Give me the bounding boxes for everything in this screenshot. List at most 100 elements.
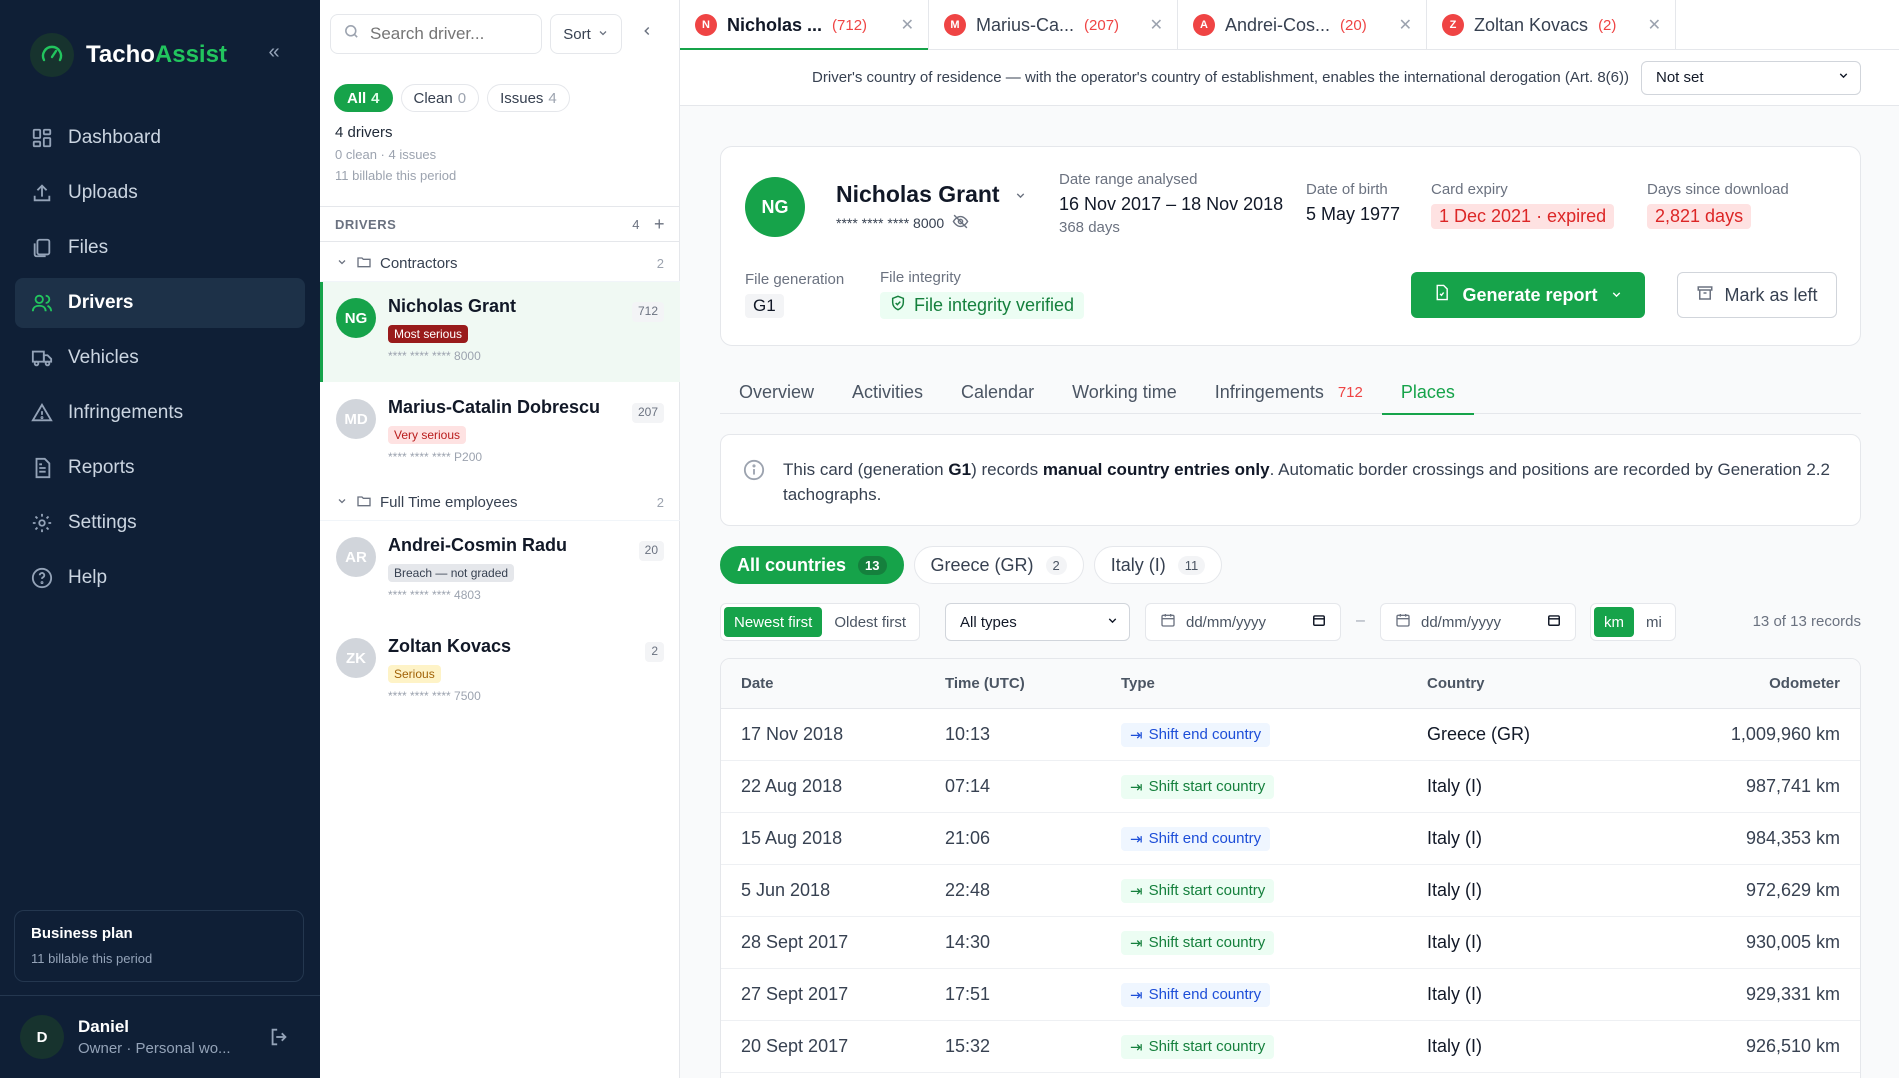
- nav-uploads[interactable]: Uploads: [15, 168, 305, 218]
- driver-row-andrei-cosmin-radu[interactable]: AR Andrei-Cosmin Radu Breach — not grade…: [320, 521, 680, 621]
- km-button[interactable]: km: [1594, 607, 1634, 637]
- nav-help[interactable]: Help: [15, 553, 305, 603]
- cell-odometer: 987,741 km: [1745, 776, 1840, 796]
- add-driver-icon[interactable]: +: [654, 214, 665, 235]
- table-row[interactable]: 27 Sept 2017 17:51 ⇥ Shift end country It…: [721, 969, 1860, 1021]
- nav-drivers[interactable]: Drivers: [15, 278, 305, 328]
- close-icon[interactable]: ✕: [1648, 15, 1661, 35]
- table-row[interactable]: 5 Jun 2018 22:48 ⇥ Shift start country It…: [721, 865, 1860, 917]
- calendar-icon: [1160, 612, 1176, 632]
- nav-label: Vehicles: [68, 347, 139, 368]
- cell-country: Greece (GR): [1427, 724, 1531, 744]
- collapse-panel-icon[interactable]: [640, 24, 654, 43]
- brand[interactable]: TachoAssist: [30, 33, 227, 77]
- col-country[interactable]: Country: [1427, 675, 1677, 692]
- filter-issues[interactable]: Issues 4: [487, 84, 570, 112]
- folder-icon: [356, 493, 372, 513]
- card-number: **** **** **** 8000: [388, 349, 481, 363]
- severity-badge: Serious: [388, 665, 441, 683]
- country-filter-all[interactable]: All countries 13: [720, 546, 904, 584]
- logout-icon[interactable]: [268, 1026, 290, 1052]
- tab-overview[interactable]: Overview: [720, 370, 833, 414]
- generate-report-button[interactable]: Generate report: [1411, 272, 1645, 318]
- calendar-icon: [1395, 612, 1411, 632]
- type-badge: ⇥ Shift start country: [1121, 774, 1275, 799]
- tab-marius-catalin[interactable]: M Marius-Ca... (207) ✕: [929, 0, 1178, 50]
- driver-name-dropdown[interactable]: Nicholas Grant: [836, 181, 1027, 208]
- table-row[interactable]: 17 Nov 2018 10:13 ⇥ Shift end country Gre…: [721, 709, 1860, 761]
- date-range-field: Date range analysed 16 Nov 2017 – 18 Nov…: [1059, 171, 1283, 236]
- tab-places[interactable]: Places: [1381, 370, 1474, 415]
- oldest-first-button[interactable]: Oldest first: [824, 607, 916, 637]
- cell-odometer: 929,331 km: [1745, 984, 1840, 1004]
- sort-button[interactable]: Sort: [550, 14, 622, 54]
- table-row[interactable]: 22 Aug 2018 07:14 ⇥ Shift start country I…: [721, 761, 1860, 813]
- collapse-sidebar-icon[interactable]: «: [262, 40, 286, 64]
- residence-select[interactable]: Not set: [1641, 60, 1861, 95]
- type-select[interactable]: All types: [945, 603, 1130, 641]
- nav-infringements[interactable]: Infringements: [15, 388, 305, 438]
- tab-calendar[interactable]: Calendar: [942, 370, 1053, 414]
- nav-vehicles[interactable]: Vehicles: [15, 333, 305, 383]
- residence-value: Not set: [1656, 69, 1704, 86]
- record-count: 13 of 13 records: [1752, 613, 1861, 630]
- tab-working-time[interactable]: Working time: [1053, 370, 1196, 414]
- country-filter-italy[interactable]: Italy (I) 11: [1093, 546, 1223, 584]
- sign-out-icon: ⇥: [1130, 726, 1143, 744]
- nav-label: Settings: [68, 512, 137, 533]
- driver-row-nicholas-grant[interactable]: NG Nicholas Grant Most serious **** ****…: [320, 282, 680, 382]
- filter-clean[interactable]: Clean 0: [400, 84, 480, 112]
- table-row[interactable]: 20 Sept 2017 15:32 ⇥ Shift start country …: [721, 1021, 1860, 1073]
- nav-settings[interactable]: Settings: [15, 498, 305, 548]
- tab-andrei-cosmin[interactable]: A Andrei-Cos... (20) ✕: [1178, 0, 1427, 50]
- file-generation-field: File generation G1: [745, 271, 844, 318]
- nav-files[interactable]: Files: [15, 223, 305, 273]
- search-box[interactable]: [330, 14, 542, 54]
- filter-all[interactable]: All 4: [334, 84, 393, 112]
- date-from-input[interactable]: dd/mm/yyyy: [1145, 603, 1341, 641]
- group-full-time-employees[interactable]: Full Time employees 2: [320, 485, 680, 521]
- eye-off-icon[interactable]: [952, 213, 969, 233]
- country-filter-greece[interactable]: Greece (GR) 2: [913, 546, 1084, 584]
- mark-as-left-button[interactable]: Mark as left: [1677, 272, 1837, 318]
- date-to-input[interactable]: dd/mm/yyyy: [1380, 603, 1576, 641]
- close-icon[interactable]: ✕: [1399, 15, 1412, 35]
- infringement-badge: 712: [1337, 383, 1363, 401]
- tab-infringements[interactable]: Infringements 712: [1196, 370, 1382, 414]
- group-contractors[interactable]: Contractors 2: [320, 246, 680, 282]
- col-type[interactable]: Type: [1121, 675, 1427, 692]
- nav-reports[interactable]: Reports: [15, 443, 305, 493]
- tab-nicholas-grant[interactable]: N Nicholas ... (712) ✕: [680, 0, 929, 51]
- close-icon[interactable]: ✕: [1150, 15, 1163, 35]
- truck-icon: [30, 346, 54, 370]
- table-row[interactable]: 28 Sept 2017 14:30 ⇥ Shift start country …: [721, 917, 1860, 969]
- cell-country: Italy (I): [1427, 828, 1483, 848]
- cell-odometer: 926,510 km: [1745, 1036, 1840, 1056]
- group-count: 2: [656, 256, 664, 271]
- date-placeholder: dd/mm/yyyy: [1421, 613, 1502, 631]
- tab-count: (712): [832, 16, 868, 34]
- col-odometer[interactable]: Odometer: [1677, 675, 1860, 692]
- logo-icon: [30, 33, 74, 77]
- tab-activities[interactable]: Activities: [833, 370, 942, 414]
- col-time[interactable]: Time (UTC): [945, 675, 1121, 692]
- user-row[interactable]: D Daniel Owner · Personal wo...: [0, 995, 320, 1078]
- table-row[interactable]: 15 Aug 2018 21:06 ⇥ Shift end country Ita…: [721, 813, 1860, 865]
- sidebar: TachoAssist « Dashboard Uploads Files Dr…: [0, 0, 320, 1078]
- calendar-picker-icon[interactable]: [1312, 613, 1326, 631]
- close-icon[interactable]: ✕: [901, 15, 914, 35]
- plan-box[interactable]: Business plan 11 billable this period: [14, 910, 304, 982]
- field-value: 16 Nov 2017 – 18 Nov 2018: [1059, 194, 1284, 214]
- nav-label: Reports: [68, 457, 135, 478]
- country-filters: All countries 13 Greece (GR) 2 Italy (I) 11: [720, 546, 1223, 584]
- driver-row-marius-catalin-dobrescu[interactable]: MD Marius-Catalin Dobrescu Very serious …: [320, 383, 680, 483]
- search-input[interactable]: [370, 24, 530, 44]
- driver-row-zoltan-kovacs[interactable]: ZK Zoltan Kovacs Serious **** **** **** …: [320, 622, 680, 722]
- cell-country: Italy (I): [1427, 1036, 1483, 1056]
- mi-button[interactable]: mi: [1636, 607, 1672, 637]
- newest-first-button[interactable]: Newest first: [724, 607, 823, 637]
- nav-dashboard[interactable]: Dashboard: [15, 113, 305, 163]
- calendar-picker-icon[interactable]: [1547, 613, 1561, 631]
- tab-zoltan-kovacs[interactable]: Z Zoltan Kovacs (2) ✕: [1427, 0, 1676, 50]
- col-date[interactable]: Date: [721, 675, 945, 692]
